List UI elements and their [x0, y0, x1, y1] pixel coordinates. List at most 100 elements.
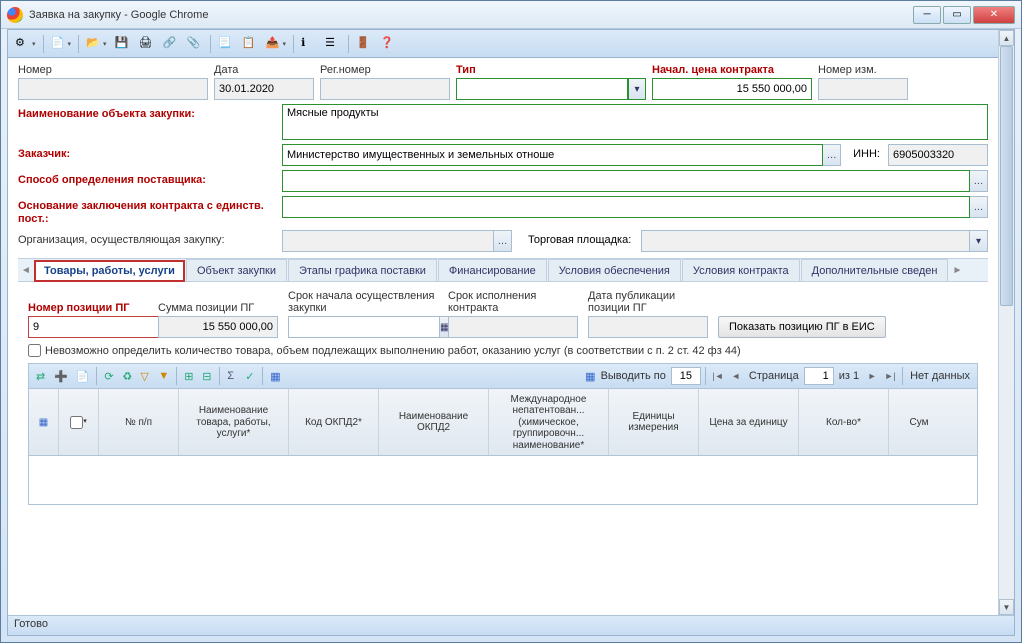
input-pubdate[interactable] — [588, 316, 708, 338]
label-single-basis: Основание заключения контракта с единств… — [18, 196, 276, 226]
input-number[interactable] — [18, 78, 208, 100]
basis-lookup-button[interactable]: … — [970, 196, 988, 218]
col-price[interactable]: Цена за единицу — [699, 389, 799, 455]
input-regno[interactable] — [320, 78, 450, 100]
grid-tool-9[interactable]: ⊟ — [199, 366, 215, 386]
grid-toolbar: ⇄ ➕ 📄 ⟳ ♻ ▽ ▼ ⊞ ⊟ Σ ✓ ▦ — [28, 363, 978, 389]
tool-7[interactable]: 📤▾ — [263, 34, 290, 54]
checkbox-label: Невозможно определить количество товара,… — [45, 345, 741, 357]
page-first[interactable]: |◄ — [710, 368, 726, 384]
col-units[interactable]: Единицы измерения — [609, 389, 699, 455]
grid-cfg-icon[interactable]: ▦ — [585, 370, 595, 383]
tab-security[interactable]: Условия обеспечения — [548, 259, 681, 281]
input-org[interactable] — [282, 230, 494, 252]
org-lookup-button[interactable]: … — [494, 230, 512, 252]
tab-additional[interactable]: Дополнительные сведен — [801, 259, 949, 281]
copy-icon: 📋 — [242, 36, 258, 52]
input-object-name[interactable]: Мясные продукты — [282, 104, 988, 140]
input-platform[interactable] — [641, 230, 970, 252]
minimize-button[interactable]: ─ — [913, 6, 941, 24]
tool-8[interactable]: ☰ — [322, 34, 344, 54]
grid-tool-10[interactable]: Σ — [224, 366, 240, 386]
col-name[interactable]: Наименование товара, работы, услуги* — [179, 389, 289, 455]
input-type[interactable] — [456, 78, 628, 100]
tab-scroll-left[interactable]: ◄ — [18, 265, 34, 276]
tool-menu-1[interactable]: ⚙▾ — [12, 34, 39, 54]
type-dropdown-button[interactable]: ▾ — [628, 78, 646, 100]
col-check[interactable]: ▾ — [59, 389, 99, 455]
label-execdate: Срок исполнения контракта — [448, 290, 578, 314]
tool-info[interactable]: ℹ — [298, 34, 320, 54]
input-date[interactable] — [214, 78, 314, 100]
label-org: Организация, осуществляющая закупку: — [18, 230, 276, 246]
col-select[interactable]: ▦ — [29, 389, 59, 455]
input-possum[interactable] — [158, 316, 278, 338]
grid-tool-4[interactable]: ⟳ — [101, 366, 117, 386]
col-sum[interactable]: Сум — [889, 389, 949, 455]
label-number: Номер — [18, 64, 208, 76]
col-qty[interactable]: Кол-во* — [799, 389, 889, 455]
grid-tool-3[interactable]: 📄 — [73, 366, 93, 386]
tool-print[interactable]: 🖨 — [136, 34, 158, 54]
tool-link[interactable]: 🔗 — [160, 34, 182, 54]
tool-5[interactable]: 📃 — [215, 34, 237, 54]
header-checkbox[interactable] — [70, 416, 83, 429]
input-price[interactable] — [652, 78, 812, 100]
grid-tool-8[interactable]: ⊞ — [181, 366, 197, 386]
tab-contract[interactable]: Условия контракта — [682, 259, 800, 281]
input-pageno[interactable] — [804, 367, 834, 385]
supplier-lookup-button[interactable]: … — [970, 170, 988, 192]
input-startdate[interactable] — [288, 316, 440, 338]
close-button[interactable]: ✕ — [973, 6, 1015, 24]
grid-tool-6[interactable]: ▽ — [137, 366, 153, 386]
tab-goods[interactable]: Товары, работы, услуги — [34, 260, 185, 282]
input-execdate[interactable] — [448, 316, 578, 338]
col-intl[interactable]: Международное непатентован... (химическо… — [489, 389, 609, 455]
input-customer[interactable] — [282, 144, 823, 166]
tab-scroll-right[interactable]: ► — [949, 265, 965, 276]
tab-stages[interactable]: Этапы графика поставки — [288, 259, 437, 281]
input-pagesize[interactable] — [671, 367, 701, 385]
input-change[interactable] — [818, 78, 908, 100]
page-last[interactable]: ►| — [882, 368, 898, 384]
grid-tool-1[interactable]: ⇄ — [33, 366, 49, 386]
scroll-down[interactable]: ▼ — [999, 599, 1014, 615]
grid-tool-12[interactable]: ▦ — [267, 366, 283, 386]
tool-6[interactable]: 📋 — [239, 34, 261, 54]
vertical-scrollbar[interactable]: ▲ ▼ — [998, 30, 1014, 615]
label-pubdate: Дата публикации позиции ПГ — [588, 290, 708, 314]
col-okpd-code[interactable]: Код ОКПД2* — [289, 389, 379, 455]
tool-open[interactable]: 📂▾ — [83, 34, 110, 54]
col-npp[interactable]: № п/п — [99, 389, 179, 455]
check-icon: ✓ — [245, 370, 254, 383]
maximize-button[interactable]: ▭ — [943, 6, 971, 24]
scroll-up[interactable]: ▲ — [999, 30, 1014, 46]
label-type: Тип — [456, 64, 646, 76]
input-supplier-method[interactable] — [282, 170, 970, 192]
platform-dropdown-button[interactable]: ▾ — [970, 230, 988, 252]
input-inn[interactable] — [888, 144, 988, 166]
page-next[interactable]: ► — [864, 368, 880, 384]
tab-object[interactable]: Объект закупки — [186, 259, 287, 281]
grid-tool-11[interactable]: ✓ — [242, 366, 258, 386]
tool-new[interactable]: 📄▾ — [48, 34, 75, 54]
customer-lookup-button[interactable]: … — [823, 144, 841, 166]
grid-tool-5[interactable]: ♻ — [119, 366, 135, 386]
input-single-basis[interactable] — [282, 196, 970, 218]
show-position-button[interactable]: Показать позицию ПГ в ЕИС — [718, 316, 886, 338]
tab-finance[interactable]: Финансирование — [438, 259, 547, 281]
label-inn: ИНН: — [847, 144, 882, 160]
page-prev[interactable]: ◄ — [728, 368, 744, 384]
checkbox-undetermined[interactable] — [28, 344, 41, 357]
tool-attach[interactable]: 📎 — [184, 34, 206, 54]
link-icon: 🔗 — [163, 36, 179, 52]
tool-exit[interactable]: 🚪 — [353, 34, 375, 54]
col-okpd-name[interactable]: Наименование ОКПД2 — [379, 389, 489, 455]
tool-save[interactable]: 💾 — [112, 34, 134, 54]
scroll-thumb[interactable] — [1000, 46, 1013, 306]
add-icon: ➕ — [54, 370, 68, 383]
info-icon: ℹ — [301, 36, 317, 52]
grid-tool-7[interactable]: ▼ — [155, 366, 172, 386]
grid-tool-2[interactable]: ➕ — [51, 366, 71, 386]
tool-help[interactable]: ❓ — [377, 34, 399, 54]
